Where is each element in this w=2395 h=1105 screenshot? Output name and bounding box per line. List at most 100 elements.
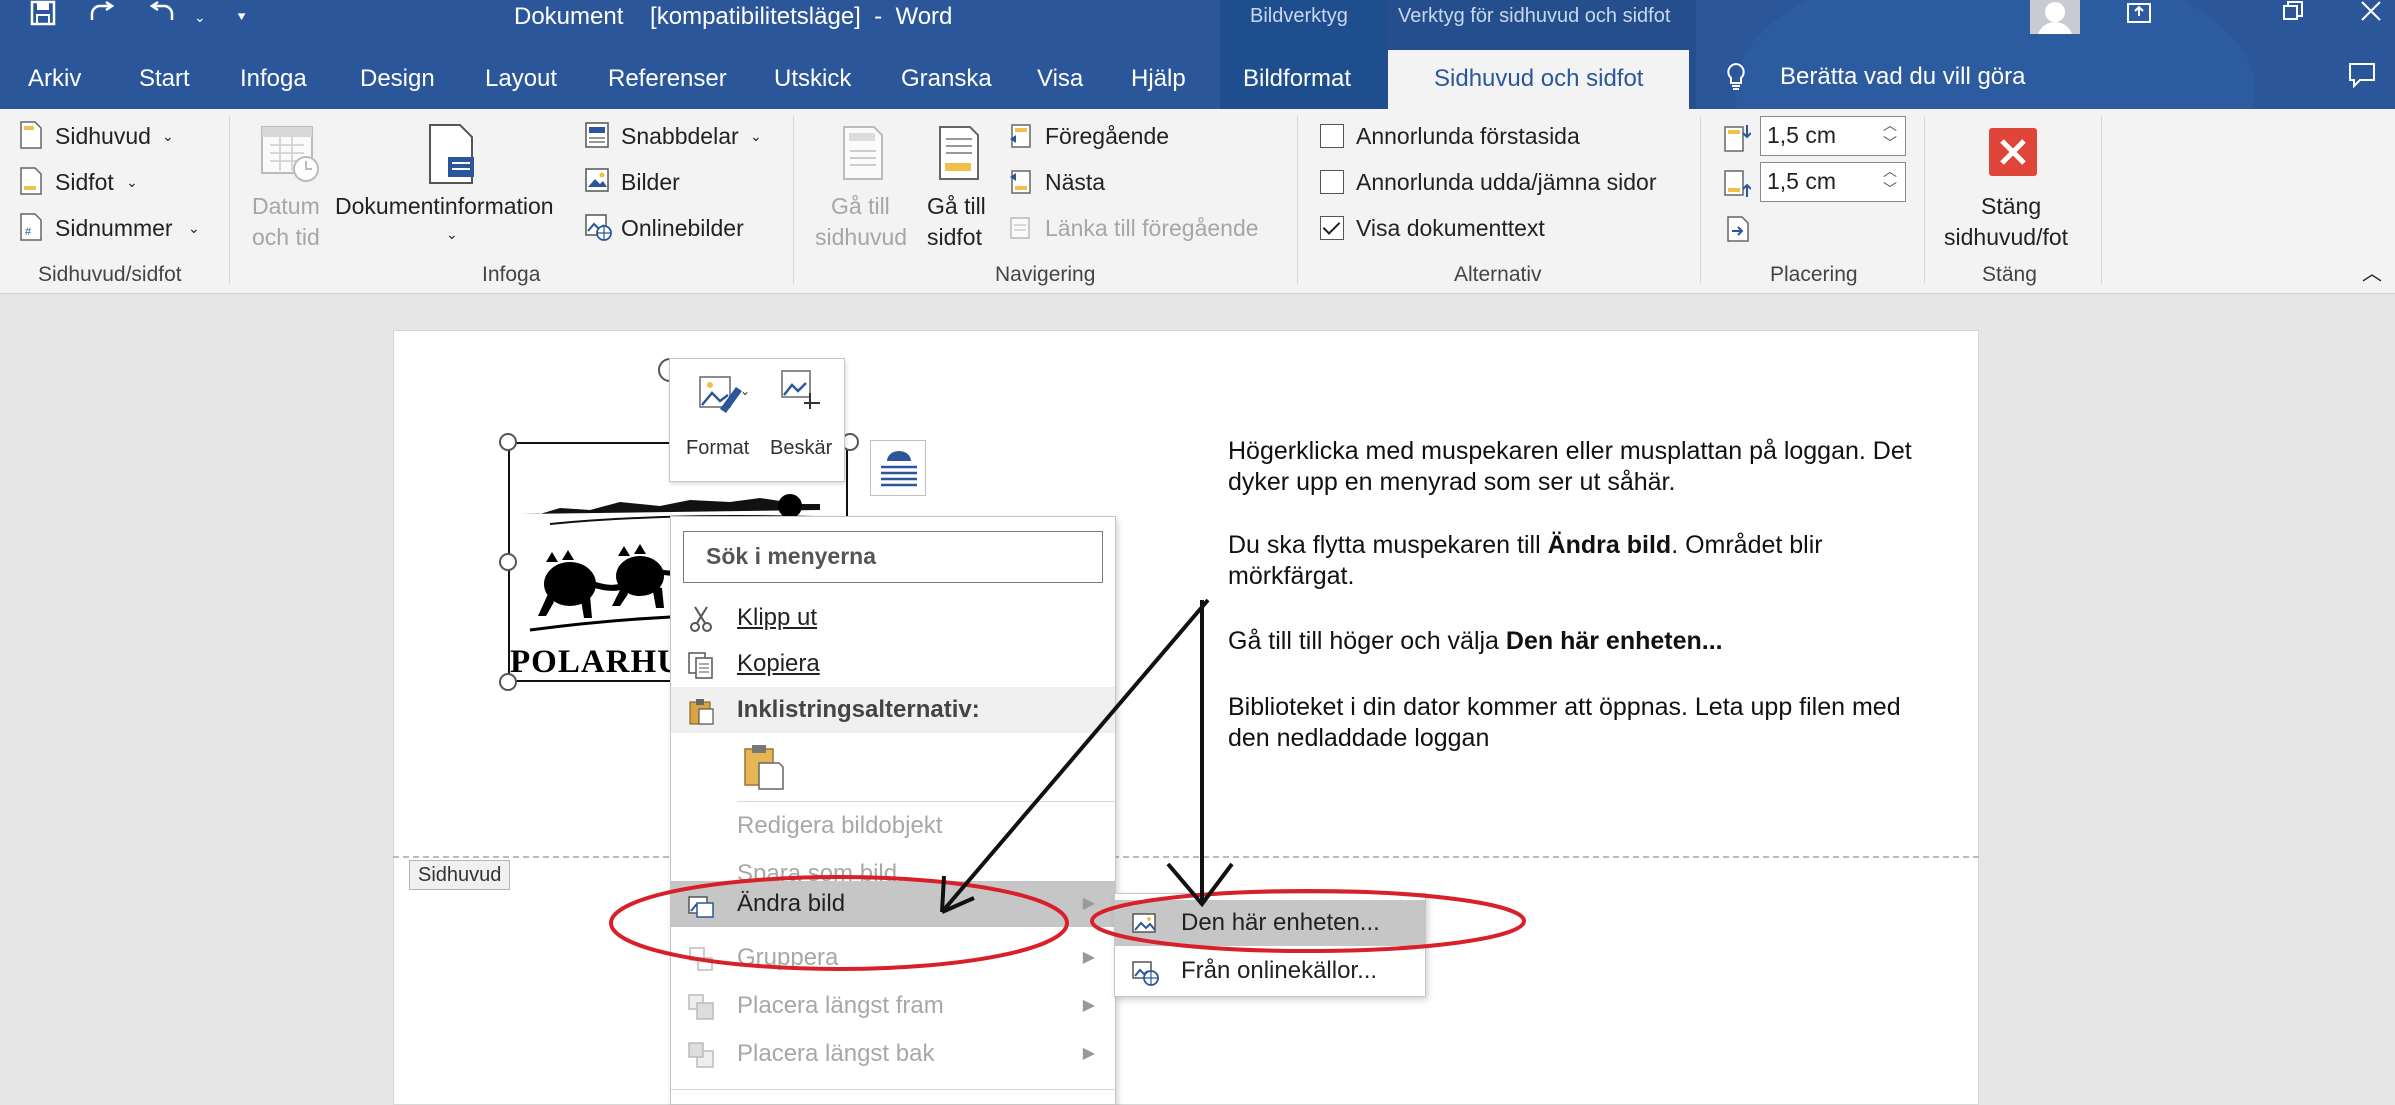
- different-odd-even-checkbox[interactable]: [1320, 170, 1344, 194]
- submenu-item-this-device[interactable]: Den här enheten...: [1115, 900, 1425, 946]
- format-label[interactable]: Format: [686, 435, 749, 461]
- pictures-button[interactable]: Bilder: [621, 167, 680, 197]
- tab-design[interactable]: Design: [360, 62, 435, 96]
- different-first-page-label[interactable]: Annorlunda förstasida: [1356, 121, 1580, 151]
- menu-item-change-picture-label: Ändra bild: [737, 890, 846, 917]
- instruction-paragraph-1: Högerklicka med muspekaren eller musplat…: [1228, 437, 1912, 496]
- group-separator: [229, 116, 230, 284]
- svg-text:⌄: ⌄: [740, 384, 750, 398]
- submenu-arrow-icon: ▶: [1082, 895, 1095, 912]
- footer-dropdown-icon[interactable]: ⌄: [126, 167, 138, 197]
- goto-footer-label-1[interactable]: Gå till: [927, 191, 986, 221]
- different-odd-even-label[interactable]: Annorlunda udda/jämna sidor: [1356, 167, 1656, 197]
- tab-arkiv[interactable]: Arkiv: [28, 62, 81, 96]
- show-document-text-checkbox[interactable]: [1320, 216, 1344, 240]
- picture-tools-label: Bildverktyg: [1250, 5, 1348, 27]
- menu-item-send-to-back[interactable]: Placera längst bak ▶: [671, 1031, 1115, 1077]
- tab-referenser[interactable]: Referenser: [608, 62, 727, 96]
- save-icon[interactable]: [30, 0, 56, 34]
- menu-item-change-picture[interactable]: Ändra bild ▶: [671, 881, 1115, 927]
- date-time-label-1[interactable]: Datum: [252, 191, 320, 221]
- resize-handle[interactable]: [499, 433, 517, 451]
- previous-button[interactable]: Föregående: [1045, 121, 1169, 151]
- redo-icon[interactable]: [88, 0, 116, 34]
- tab-start[interactable]: Start: [139, 62, 190, 96]
- tab-sidhuvud-och-sidfot[interactable]: Sidhuvud och sidfot: [1388, 50, 1690, 109]
- group-separator: [1700, 116, 1701, 284]
- goto-footer-label-2[interactable]: sidfot: [927, 222, 982, 252]
- tab-layout[interactable]: Layout: [485, 62, 557, 96]
- menu-item-cut[interactable]: Klipp ut: [671, 595, 1115, 641]
- insert-alignment-tab-icon[interactable]: [1726, 215, 1750, 243]
- goto-header-label-1[interactable]: Gå till: [831, 191, 890, 221]
- date-time-label-2[interactable]: och tid: [252, 222, 320, 252]
- link-previous-button[interactable]: Länka till föregående: [1045, 213, 1259, 243]
- menu-item-edit-picture-object[interactable]: Redigera bildobjekt: [671, 803, 1115, 849]
- quick-parts-button[interactable]: Snabbdelar: [621, 121, 739, 151]
- show-document-text-label[interactable]: Visa dokumenttext: [1356, 213, 1545, 243]
- undo-dropdown-icon[interactable]: ⌄: [194, 0, 206, 34]
- instruction-3-bold: Den här enheten...: [1505, 627, 1723, 655]
- restore-icon[interactable]: [2282, 0, 2304, 30]
- quick-parts-dropdown-icon[interactable]: ⌄: [750, 121, 762, 151]
- tab-infoga[interactable]: Infoga: [240, 62, 307, 96]
- tab-utskick[interactable]: Utskick: [774, 62, 851, 96]
- group-separator: [793, 116, 794, 284]
- resize-handle[interactable]: [499, 673, 517, 691]
- footer-button[interactable]: Sidfot: [55, 167, 114, 197]
- footer-from-bottom-spinner[interactable]: 1,5 cm ︿ ﹀: [1760, 162, 1906, 202]
- undo-icon[interactable]: [148, 0, 176, 34]
- tab-granska[interactable]: Granska: [901, 62, 992, 96]
- header-dropdown-icon[interactable]: ⌄: [162, 121, 174, 151]
- submenu-item-this-device-label: Den här enheten...: [1181, 909, 1380, 936]
- menu-item-copy-label: Kopiera: [737, 650, 820, 677]
- submenu-item-online-sources[interactable]: Från onlinekällor...: [1115, 948, 1425, 994]
- collapse-ribbon-icon[interactable]: ︿: [2362, 259, 2382, 289]
- header-button[interactable]: Sidhuvud: [55, 121, 151, 151]
- menu-item-copy[interactable]: Kopiera: [671, 641, 1115, 687]
- next-button[interactable]: Nästa: [1045, 167, 1105, 197]
- user-avatar[interactable]: [2030, 0, 2080, 34]
- menu-item-group-label: Gruppera: [737, 944, 839, 971]
- document-info-dropdown-icon[interactable]: ⌄: [446, 219, 458, 249]
- instruction-2-bold: Ändra bild: [1547, 531, 1672, 559]
- crop-icon[interactable]: [780, 369, 826, 415]
- menu-item-cut-label: Klipp ut: [737, 604, 818, 631]
- tab-visa[interactable]: Visa: [1037, 62, 1083, 96]
- close-window-icon[interactable]: [2360, 0, 2382, 30]
- page-number-dropdown-icon[interactable]: ⌄: [188, 213, 200, 243]
- page-number-button[interactable]: Sidnummer: [55, 213, 173, 243]
- spinner-down-icon[interactable]: ﹀: [1883, 171, 1897, 208]
- group-label-header-footer: Sidhuvud/sidfot: [38, 263, 182, 286]
- submenu-arrow-icon: ▶: [1082, 1045, 1095, 1062]
- menu-item-bring-to-front[interactable]: Placera längst fram ▶: [671, 983, 1115, 1029]
- tab-bildformat[interactable]: Bildformat: [1243, 62, 1351, 96]
- online-pictures-button[interactable]: Onlinebilder: [621, 213, 744, 243]
- comments-icon[interactable]: [2348, 62, 2376, 96]
- crop-label[interactable]: Beskär: [770, 435, 832, 461]
- close-header-footer-label-2[interactable]: sidhuvud/fot: [1944, 222, 2068, 252]
- header-from-top-spinner[interactable]: 1,5 cm ︿ ﹀: [1760, 116, 1906, 156]
- resize-handle[interactable]: [499, 553, 517, 571]
- goto-header-label-2[interactable]: sidhuvud: [815, 222, 907, 252]
- document-info-button[interactable]: Dokumentinformation: [335, 191, 554, 221]
- picture-format-icon[interactable]: ⌄: [698, 373, 750, 419]
- layout-options-button[interactable]: [870, 440, 926, 496]
- different-first-page-checkbox[interactable]: [1320, 124, 1344, 148]
- group-label-insert: Infoga: [482, 263, 541, 286]
- customize-qat-icon[interactable]: ⯆: [236, 0, 247, 34]
- paste-icon: [689, 699, 714, 725]
- menu-section-paste-options: Inklistringsalternativ:: [671, 687, 1115, 733]
- submenu-arrow-icon: ▶: [1082, 997, 1095, 1014]
- menu-item-group[interactable]: Gruppera ▶: [671, 935, 1115, 981]
- close-header-footer-icon[interactable]: [1988, 127, 2038, 177]
- tab-hjalp[interactable]: Hjälp: [1131, 62, 1186, 96]
- paste-keep-format-icon[interactable]: [741, 743, 785, 791]
- close-header-footer-label-1[interactable]: Stäng: [1981, 191, 2041, 221]
- next-icon: [1010, 170, 1031, 194]
- menu-search-input[interactable]: Sök i menyerna: [683, 531, 1103, 583]
- tell-me-search[interactable]: Berätta vad du vill göra: [1780, 60, 2025, 94]
- footer-from-bottom-value: 1,5 cm: [1767, 168, 1837, 194]
- header-boundary-line: [393, 856, 1979, 858]
- ribbon-display-icon[interactable]: [2126, 0, 2152, 32]
